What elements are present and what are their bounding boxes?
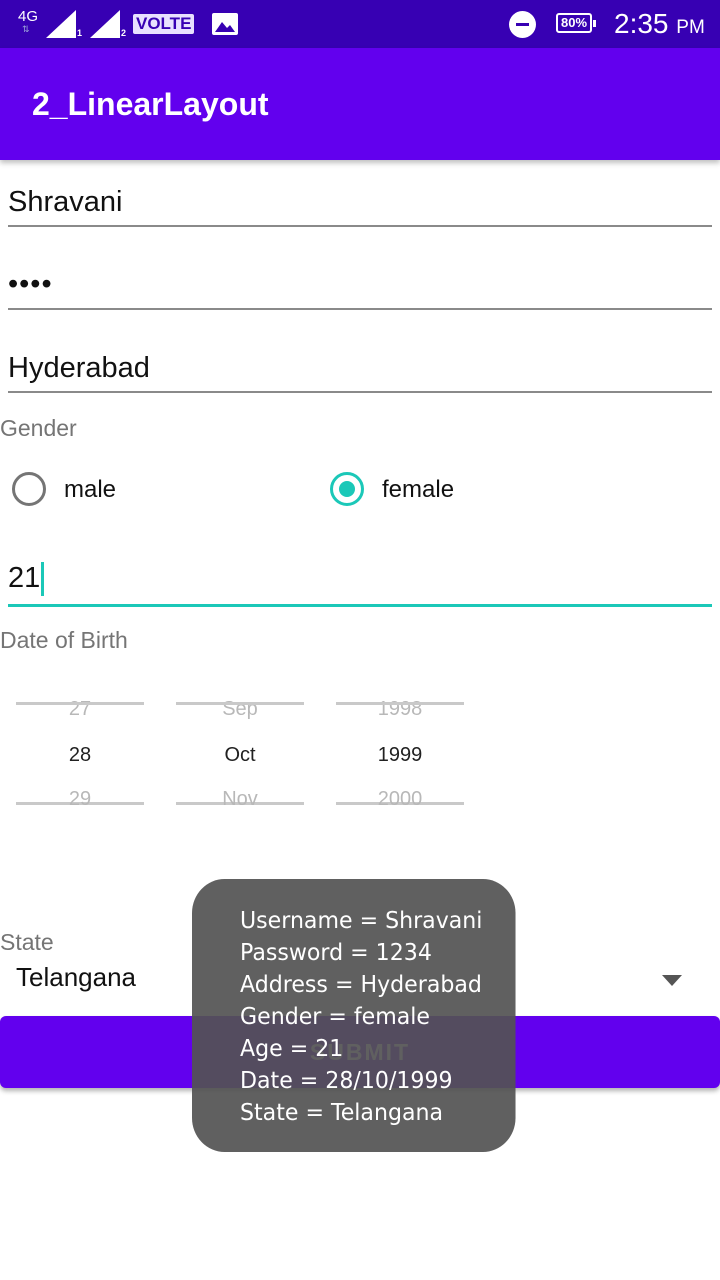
clock-time: 2:35 — [614, 8, 669, 39]
toast-line: Username = Shravani — [240, 908, 483, 934]
year-next[interactable]: 2000 — [336, 788, 464, 811]
address-value: Hyderabad — [8, 352, 150, 384]
day-current[interactable]: 28 — [16, 744, 144, 767]
battery-level: 80% — [560, 15, 588, 30]
sim2-label: 2 — [121, 28, 127, 38]
image-icon — [212, 13, 238, 35]
text-cursor — [41, 562, 45, 597]
state-label: State — [0, 929, 54, 955]
year-current[interactable]: 1999 — [336, 744, 464, 767]
app-title: 2_LinearLayout — [32, 86, 269, 122]
battery-icon: 80% — [556, 13, 596, 33]
day-next[interactable]: 29 — [16, 788, 144, 811]
password-value: •••• — [8, 268, 53, 300]
radio-unchecked-icon — [12, 472, 46, 506]
password-field[interactable]: •••• — [8, 262, 712, 310]
signal-icon — [46, 10, 76, 38]
do-not-disturb-icon — [509, 11, 536, 38]
radio-male-label: male — [64, 476, 117, 503]
toast-line: Password = 1234 — [240, 940, 432, 966]
spinner-divider — [16, 702, 144, 705]
data-arrows-icon: ⇅ — [22, 24, 30, 34]
age-value: 21 — [8, 562, 41, 594]
address-field[interactable]: Hyderabad — [8, 346, 712, 393]
day-spinner[interactable]: 27 28 29 — [16, 680, 144, 830]
month-next[interactable]: Nov — [176, 788, 304, 811]
clock: 2:35 PM — [614, 8, 705, 40]
state-spinner[interactable]: Telangana — [16, 962, 136, 993]
network-indicator: 4G ⇅ — [18, 8, 39, 34]
dob-label: Date of Birth — [0, 627, 128, 653]
toast-line: State = Telangana — [240, 1100, 444, 1126]
spinner-divider — [176, 702, 304, 705]
dropdown-arrow-icon[interactable] — [662, 975, 682, 986]
volte-badge: VOLTE — [133, 14, 195, 34]
year-spinner[interactable]: 1998 1999 2000 — [336, 680, 464, 830]
toast-line: Date = 28/10/1999 — [240, 1068, 453, 1094]
clock-ampm: PM — [676, 17, 705, 38]
username-field[interactable]: Shravani — [8, 180, 712, 227]
signal-icon — [90, 10, 120, 38]
month-current[interactable]: Oct — [176, 744, 304, 767]
gender-label: Gender — [0, 415, 77, 441]
toast-line: Address = Hyderabad — [240, 972, 482, 998]
app-bar: 2_LinearLayout — [0, 48, 720, 160]
radio-female-label: female — [382, 476, 455, 503]
sim1-label: 1 — [77, 28, 83, 38]
age-field[interactable]: 21 — [8, 560, 712, 607]
spinner-divider — [336, 702, 464, 705]
month-spinner[interactable]: Sep Oct Nov — [176, 680, 304, 830]
username-value: Shravani — [8, 186, 123, 218]
toast-line: Gender = female — [240, 1004, 431, 1030]
status-bar: 4G ⇅ 1 2 VOLTE 80% 2:35 PM — [0, 0, 720, 48]
radio-checked-icon — [330, 472, 364, 506]
network-type: 4G — [18, 8, 39, 25]
toast-message: Username = Shravani Password = 1234 Addr… — [192, 879, 516, 1152]
toast-line: Age = 21 — [240, 1036, 344, 1062]
